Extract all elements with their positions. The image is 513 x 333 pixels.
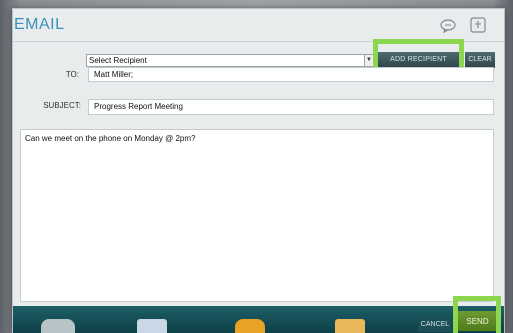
- toolbar-app-icon-2[interactable]: [137, 319, 167, 333]
- chevron-down-icon[interactable]: ▼: [364, 55, 373, 66]
- toolbar-app-icon-1[interactable]: [41, 319, 75, 333]
- chat-bubble-icon[interactable]: [440, 19, 456, 33]
- cancel-button[interactable]: CANCEL: [418, 318, 452, 332]
- help-icon[interactable]: [470, 17, 486, 33]
- clear-button[interactable]: CLEAR: [465, 52, 495, 68]
- window-title: EMAIL: [14, 16, 65, 33]
- message-body-field[interactable]: Can we meet on the phone on Monday @ 2pm…: [20, 129, 494, 302]
- email-window: EMAIL Select Recipient ▼ ADD RECIPIENT C…: [12, 8, 505, 333]
- to-field[interactable]: Matt Miller;: [88, 67, 494, 82]
- subject-field[interactable]: Progress Report Meeting: [88, 99, 494, 115]
- subject-label: SUBJECT:: [43, 101, 81, 110]
- recipient-select[interactable]: Select Recipient ▼: [86, 54, 374, 67]
- toolbar-app-icon-3[interactable]: [235, 319, 265, 333]
- to-label: TO:: [65, 70, 79, 79]
- highlight-send: [453, 296, 501, 333]
- recipient-select-value: Select Recipient: [89, 56, 147, 65]
- toolbar-app-icon-4[interactable]: [335, 319, 365, 333]
